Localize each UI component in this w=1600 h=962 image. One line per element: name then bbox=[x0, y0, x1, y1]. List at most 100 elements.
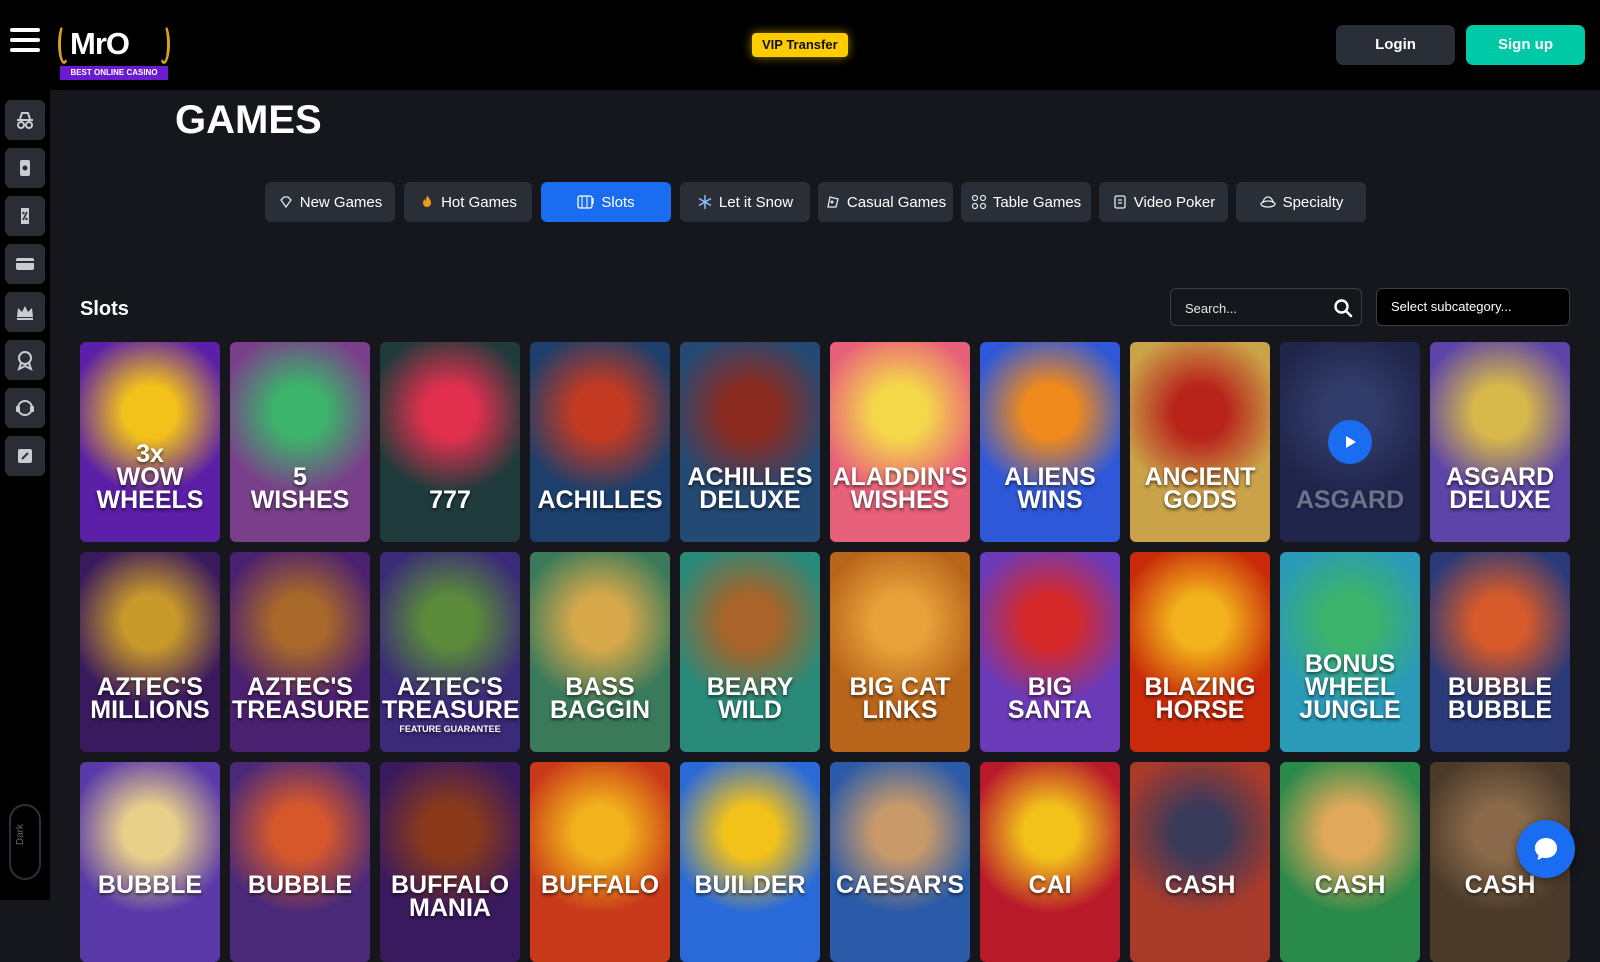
top-bar: MrO BEST ONLINE CASINO VIP Transfer Logi… bbox=[0, 0, 1600, 90]
tab-label: Specialty bbox=[1282, 193, 1344, 211]
game-name: BIG CAT LINKS bbox=[849, 673, 951, 724]
slot-machine-icon bbox=[577, 195, 594, 209]
game-tile[interactable]: BUILDER bbox=[680, 762, 820, 962]
game-name: BUBBLE bbox=[247, 871, 353, 899]
logo[interactable]: MrO BEST ONLINE CASINO bbox=[58, 16, 173, 80]
game-name: CAESAR'S bbox=[835, 871, 965, 899]
fire-icon bbox=[423, 195, 432, 207]
game-tile[interactable]: BIG SANTA bbox=[980, 552, 1120, 752]
game-tile[interactable]: BUBBLE bbox=[230, 762, 370, 962]
game-name: ACHILLES bbox=[537, 486, 663, 514]
game-name: AZTEC'S MILLIONS bbox=[90, 673, 210, 724]
login-button[interactable]: Login bbox=[1336, 25, 1455, 65]
tab-video-poker[interactable]: Video Poker bbox=[1099, 182, 1228, 222]
tab-hot-games[interactable]: Hot Games bbox=[404, 182, 532, 222]
chat-icon bbox=[1535, 838, 1557, 860]
section-title: Slots bbox=[80, 298, 129, 320]
game-tile[interactable]: BEARY WILD bbox=[680, 552, 820, 752]
casual-icon bbox=[827, 196, 839, 208]
game-tile[interactable]: AZTEC'S TREASURE bbox=[230, 552, 370, 752]
tab-let-it-snow[interactable]: Let it Snow bbox=[680, 182, 810, 222]
edit-icon[interactable] bbox=[5, 436, 45, 476]
game-tile[interactable]: CASH bbox=[1130, 762, 1270, 962]
subcategory-select[interactable]: Select subcategory... bbox=[1376, 288, 1570, 326]
game-tile[interactable]: ASGARD bbox=[1280, 342, 1420, 542]
game-tile[interactable]: BUFFALO bbox=[530, 762, 670, 962]
game-name: ALADDIN'S WISHES bbox=[832, 463, 968, 514]
tab-label: Casual Games bbox=[846, 193, 947, 211]
game-tile[interactable]: BUBBLE bbox=[80, 762, 220, 962]
support-icon[interactable] bbox=[5, 388, 45, 428]
game-tile[interactable]: BONUS WHEEL JUNGLE bbox=[1280, 552, 1420, 752]
tab-label: Video Poker bbox=[1133, 193, 1216, 211]
chat-button[interactable] bbox=[1517, 820, 1575, 878]
game-name: CASH bbox=[1314, 871, 1386, 899]
game-art bbox=[830, 762, 970, 962]
dark-mode-toggle[interactable]: Dark bbox=[9, 804, 41, 880]
tab-label: Table Games bbox=[992, 193, 1082, 211]
game-tile[interactable]: CAESAR'S bbox=[830, 762, 970, 962]
game-tile[interactable]: BLAZING HORSE bbox=[1130, 552, 1270, 752]
game-tile[interactable]: 777 bbox=[380, 342, 520, 542]
tab-casual-games[interactable]: Casual Games bbox=[818, 182, 953, 222]
game-tile[interactable]: BASS BAGGIN bbox=[530, 552, 670, 752]
card-icon[interactable] bbox=[5, 244, 45, 284]
percent-tag-icon[interactable] bbox=[5, 196, 45, 236]
tab-table-games[interactable]: Table Games bbox=[961, 182, 1091, 222]
game-name: BUILDER bbox=[694, 871, 806, 899]
game-name: AZTEC'S TREASURE bbox=[382, 673, 520, 724]
diamond-icon bbox=[279, 196, 292, 209]
logo-tagline: BEST ONLINE CASINO bbox=[60, 66, 168, 80]
game-tile[interactable]: ANCIENT GODS bbox=[1130, 342, 1270, 542]
game-art bbox=[680, 762, 820, 962]
game-name: BONUS WHEEL JUNGLE bbox=[1299, 650, 1401, 724]
play-icon[interactable] bbox=[1328, 420, 1372, 464]
game-tile[interactable]: ACHILLES bbox=[530, 342, 670, 542]
game-tile[interactable]: CASH bbox=[1280, 762, 1420, 962]
game-tile[interactable]: ALADDIN'S WISHES bbox=[830, 342, 970, 542]
tab-specialty[interactable]: Specialty bbox=[1236, 182, 1366, 222]
game-name: ASGARD DELUXE bbox=[1445, 463, 1555, 514]
game-name: ACHILLES DELUXE bbox=[687, 463, 813, 514]
tab-slots[interactable]: Slots bbox=[541, 182, 671, 222]
game-tile[interactable]: ALIENS WINS bbox=[980, 342, 1120, 542]
game-tile[interactable]: BUFFALO MANIA bbox=[380, 762, 520, 962]
game-name: BUFFALO bbox=[540, 871, 660, 899]
game-art bbox=[80, 762, 220, 962]
tab-label: Slots bbox=[601, 193, 635, 211]
game-subtitle: FEATURE GUARANTEE bbox=[399, 724, 501, 734]
game-name: BLAZING HORSE bbox=[1144, 673, 1256, 724]
menu-icon[interactable] bbox=[10, 28, 40, 54]
game-tile[interactable]: CAI bbox=[980, 762, 1120, 962]
badge-icon[interactable] bbox=[5, 340, 45, 380]
game-name: BEARY WILD bbox=[706, 673, 794, 724]
game-tile[interactable]: ACHILLES DELUXE bbox=[680, 342, 820, 542]
vip-transfer-badge[interactable]: VIP Transfer bbox=[752, 33, 848, 57]
search-input[interactable] bbox=[1183, 297, 1327, 319]
game-name: ALIENS WINS bbox=[1004, 463, 1096, 514]
game-tile[interactable]: BIG CAT LINKS bbox=[830, 552, 970, 752]
tab-label: Let it Snow bbox=[718, 193, 794, 211]
game-name: 5 WISHES bbox=[250, 463, 350, 514]
game-name: ASGARD bbox=[1295, 486, 1405, 514]
snowflake-icon bbox=[698, 195, 712, 209]
signup-button[interactable]: Sign up bbox=[1466, 25, 1585, 65]
sidebar: Dark bbox=[0, 90, 50, 900]
slot-icon[interactable] bbox=[5, 148, 45, 188]
game-tile[interactable]: AZTEC'S MILLIONS bbox=[80, 552, 220, 752]
game-art bbox=[230, 762, 370, 962]
game-tile[interactable]: ASGARD DELUXE bbox=[1430, 342, 1570, 542]
game-tile[interactable]: 3x WOW WHEELS bbox=[80, 342, 220, 542]
search-box bbox=[1170, 288, 1362, 326]
search-icon[interactable] bbox=[1333, 298, 1353, 318]
game-name: BUBBLE BUBBLE bbox=[1447, 673, 1553, 724]
crown-icon[interactable] bbox=[5, 292, 45, 332]
game-tile[interactable]: BUBBLE BUBBLE bbox=[1430, 552, 1570, 752]
game-tile[interactable]: AZTEC'S TREASURE FEATURE GUARANTEE bbox=[380, 552, 520, 752]
incognito-icon[interactable] bbox=[5, 100, 45, 140]
game-name: 777 bbox=[429, 486, 471, 514]
game-art bbox=[530, 762, 670, 962]
game-art bbox=[980, 762, 1120, 962]
game-tile[interactable]: 5 WISHES bbox=[230, 342, 370, 542]
tab-new-games[interactable]: New Games bbox=[265, 182, 395, 222]
